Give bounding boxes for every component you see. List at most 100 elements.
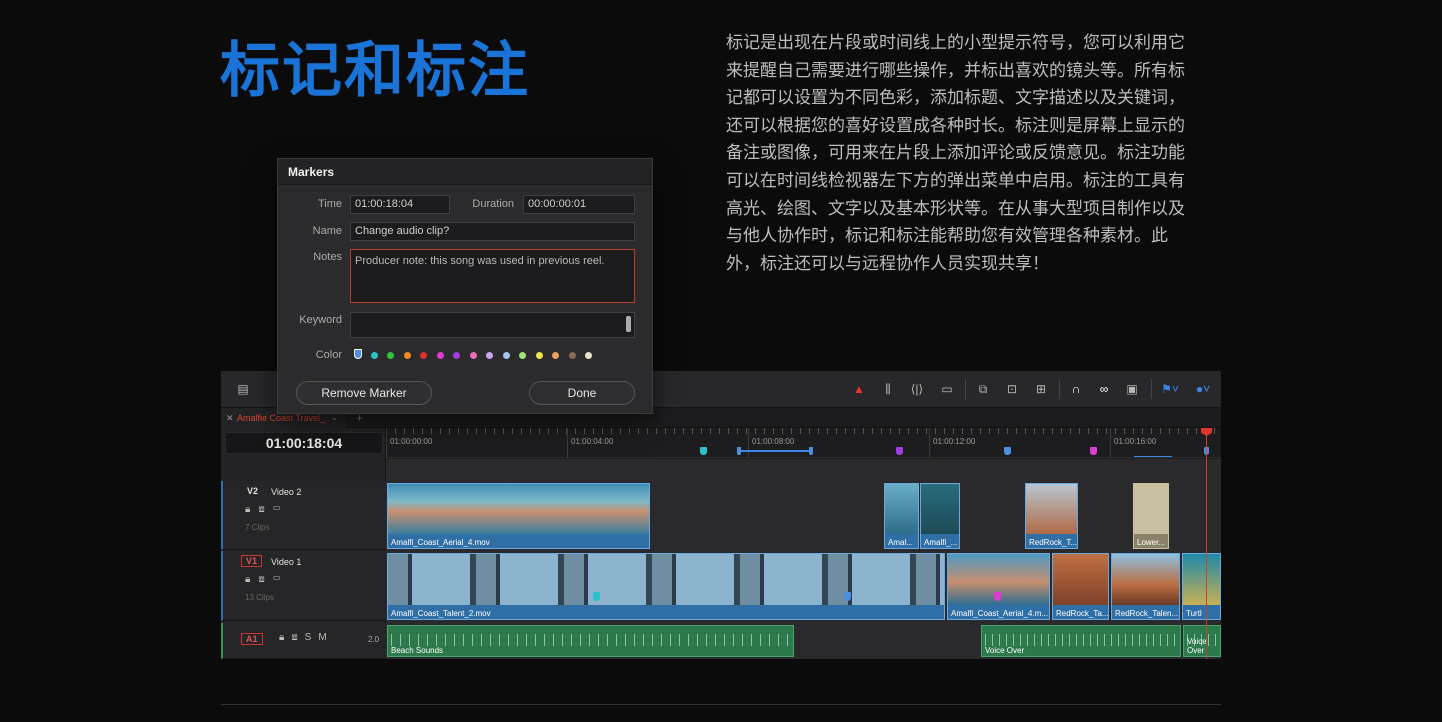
close-icon[interactable]: ✕ [226, 408, 234, 428]
overwrite-clip-icon[interactable]: ⊡ [1002, 381, 1022, 397]
timeline-marker[interactable] [737, 447, 741, 455]
link-icon[interactable]: ∞ [1095, 381, 1113, 397]
marker-icon[interactable]: ●˅ [1191, 381, 1215, 397]
blade-tool-icon[interactable]: ▭ [937, 381, 957, 397]
clip-count: 13 Clips [245, 593, 274, 602]
audio-clip[interactable]: Beach Sounds [387, 625, 794, 657]
video-clip[interactable]: Amalfi_Coast_Aerial_4.mov [387, 483, 650, 549]
track-controls[interactable]: 🔒︎⧈▭ [245, 574, 289, 585]
clip-thumbnail [1026, 484, 1077, 534]
dialog-header: Markers [278, 159, 652, 185]
timeline-marker[interactable] [809, 447, 813, 455]
track-header-a1[interactable]: A1 🔒︎⧈SM 2.0 [221, 623, 386, 659]
timeline-ruler[interactable]: 01:00:00:00 01:00:04:00 01:00:08:00 01:0… [386, 428, 1221, 458]
color-swatch[interactable] [502, 352, 510, 359]
ruler-major-tick [1110, 428, 1111, 458]
duration-label: Duration [472, 198, 514, 210]
playhead[interactable] [1206, 428, 1207, 659]
dialog-title: Markers [288, 165, 335, 179]
color-swatch[interactable] [535, 352, 543, 359]
feature-description: 标记是出现在片段或时间线上的小型提示符号，您可以利用它来提醒自己需要进行哪些操作… [726, 33, 1185, 274]
color-swatch[interactable] [585, 352, 592, 359]
video-clip[interactable]: RedRock_Ta... [1052, 553, 1109, 620]
color-swatch[interactable] [568, 352, 576, 359]
page-title: 标记和标注 [220, 36, 530, 106]
timeline-marker[interactable] [896, 447, 903, 455]
audio-waveform [982, 634, 1180, 646]
color-label: Color [315, 349, 342, 361]
video-clip[interactable]: RedRock_Talen... [1111, 553, 1180, 620]
clip-thumbnail [388, 484, 649, 534]
name-label: Name [312, 225, 342, 237]
duration-field[interactable]: 00:00:00:01 [523, 195, 635, 214]
audio-clip[interactable]: Voice Over [1183, 625, 1221, 657]
color-swatch[interactable] [370, 352, 378, 359]
color-swatch[interactable] [552, 352, 559, 359]
ruler-label: 01:00:00:00 [390, 437, 433, 446]
keyword-field[interactable] [350, 312, 635, 338]
track-header-v1[interactable]: V1 Video 1 🔒︎⧈▭ 13 Clips [221, 551, 386, 621]
clip-marker[interactable] [844, 592, 851, 601]
audio-clip[interactable]: Voice Over [981, 625, 1181, 657]
lock-icon[interactable]: ▣ [1123, 381, 1141, 397]
clip-thumbnail [1112, 554, 1179, 605]
color-swatch[interactable] [420, 352, 427, 359]
ruler-major-tick [748, 428, 749, 458]
dynamic-trim-icon[interactable]: ⟨|⟩ [907, 381, 927, 397]
color-swatch[interactable] [403, 352, 411, 359]
timecode-display[interactable]: 01:00:18:04 [225, 432, 383, 454]
notes-label: Notes [313, 251, 342, 263]
time-field[interactable]: 01:00:18:04 [350, 195, 450, 214]
timeline-marker[interactable] [1090, 447, 1097, 455]
video-clip[interactable]: Amalfi_... [920, 483, 960, 549]
color-swatch[interactable] [436, 352, 444, 359]
clip-name: RedRock_T... [1029, 538, 1078, 547]
replace-clip-icon[interactable]: ⊞ [1031, 381, 1051, 397]
clip-thumbnail [388, 554, 944, 605]
video-clip[interactable]: Turtl [1182, 553, 1221, 620]
clip-marker[interactable] [994, 592, 1001, 601]
duration-marker-bar [1134, 456, 1172, 457]
clip-name: RedRock_Ta... [1056, 609, 1109, 618]
selection-tool-icon[interactable]: ▲ [853, 381, 865, 397]
video-clip[interactable]: Amal... [884, 483, 919, 549]
track-controls[interactable]: 🔒︎⧈▭ [245, 504, 289, 515]
done-button[interactable]: Done [529, 381, 635, 405]
track-id[interactable]: A1 [241, 633, 263, 645]
video-clip[interactable]: RedRock_T... [1025, 483, 1078, 549]
video-clip[interactable]: Amalfi_Coast_Talent_2.mov [387, 553, 945, 620]
title-clip[interactable]: Lower... [1133, 483, 1169, 549]
clip-count: 7 Clips [245, 523, 270, 532]
ruler-label: 01:00:12:00 [933, 437, 976, 446]
color-swatch[interactable] [354, 349, 362, 359]
clip-name: Amalfi_Coast_Aerial_4.mov [391, 538, 490, 547]
color-swatch[interactable] [486, 352, 493, 359]
time-label: Time [317, 198, 342, 210]
timeline-view-icon[interactable]: ▤ [233, 381, 253, 397]
ruler-ticks [386, 428, 1221, 434]
trim-tool-icon[interactable]: ⫼ [878, 381, 898, 397]
flag-icon[interactable]: ⚑˅ [1158, 381, 1182, 397]
clip-name: Beach Sounds [391, 646, 444, 655]
color-swatch[interactable] [469, 352, 477, 359]
insert-clip-icon[interactable]: ⧉ [973, 381, 993, 397]
snapping-icon[interactable]: ∩ [1067, 381, 1085, 397]
ruler-major-tick [929, 428, 930, 458]
track-id: V2 [247, 486, 259, 496]
color-swatch[interactable] [387, 352, 394, 359]
keyword-scrollbar[interactable] [626, 316, 631, 332]
name-field[interactable]: Change audio clip? [350, 222, 635, 241]
timeline-marker[interactable] [1004, 447, 1011, 455]
video-clip[interactable]: Amalfi_Coast_Aerial_4.m... [947, 553, 1050, 620]
track-id[interactable]: V1 [241, 555, 263, 567]
track-header-v2[interactable]: V2 Video 2 🔒︎⧈▭ 7 Clips [221, 481, 386, 550]
color-swatch[interactable] [453, 352, 460, 359]
clip-marker[interactable] [593, 592, 600, 601]
audio-track-controls[interactable]: 🔒︎⧈SM [279, 632, 334, 643]
notes-field[interactable]: Producer note: this song was used in pre… [350, 249, 635, 303]
color-swatch[interactable] [519, 352, 526, 359]
ruler-major-tick [386, 428, 387, 458]
clip-name: RedRock_Talen... [1115, 609, 1179, 618]
remove-marker-button[interactable]: Remove Marker [296, 381, 432, 405]
timeline-marker[interactable] [700, 447, 707, 455]
